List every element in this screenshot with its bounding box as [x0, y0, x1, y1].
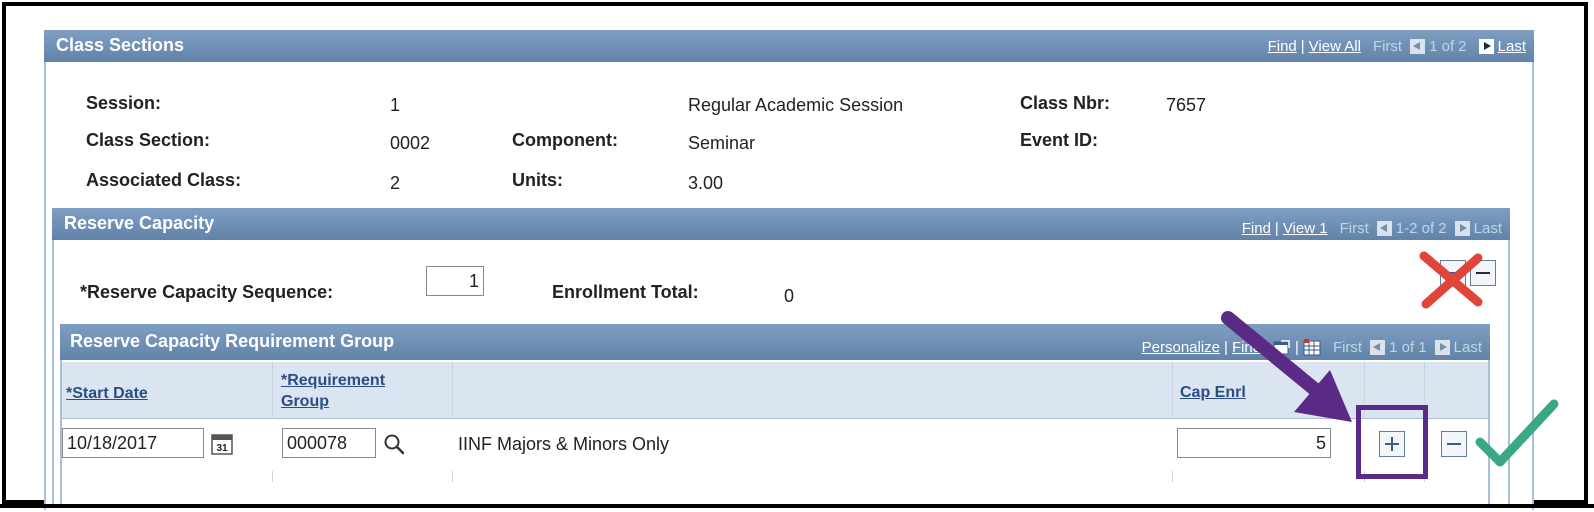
event-id-label: Event ID: [1020, 130, 1099, 150]
find-link[interactable]: Find [1268, 38, 1297, 55]
first-label: First [1339, 220, 1369, 237]
check-mark-icon [1475, 399, 1559, 467]
component-label: Component: [512, 130, 618, 150]
row-count: 1 of 2 [1429, 38, 1467, 55]
session-value: 1 [390, 95, 401, 115]
associated-class-label: Associated Class: [86, 170, 242, 190]
requirement-group-column-header-line1[interactable]: *Requirement [281, 372, 385, 390]
svg-text:31: 31 [216, 443, 228, 454]
last-label: Last [1453, 338, 1482, 356]
class-section-value: 0002 [390, 133, 431, 153]
reserve-capacity-sequence-label: *Reserve Capacity Sequence: [80, 282, 334, 302]
delete-row-button[interactable] [1441, 431, 1467, 457]
session-label: Session: [86, 93, 162, 113]
class-sections-title: Class Sections [56, 35, 185, 55]
next-arrow-icon[interactable] [1454, 221, 1470, 236]
previous-arrow-icon[interactable] [1410, 39, 1426, 54]
component-value: Seminar [688, 133, 756, 153]
reserve-capacity-title: Reserve Capacity [64, 213, 215, 233]
units-value: 3.00 [688, 173, 724, 193]
class-section-label: Class Section: [86, 130, 211, 150]
class-nbr-label: Class Nbr: [1020, 93, 1111, 113]
nav-separator: | [1300, 38, 1305, 55]
x-mark-icon [1419, 251, 1483, 309]
purple-arrow-icon [1221, 311, 1352, 422]
start-date-column-header[interactable]: *Start Date [66, 385, 148, 403]
session-description: Regular Academic Session [688, 95, 904, 115]
row-count: 1-2 of 2 [1395, 220, 1447, 237]
last-label: Last [1473, 220, 1502, 237]
find-link[interactable]: Find [1242, 220, 1271, 237]
bottom-border [0, 504, 1594, 508]
next-arrow-icon[interactable] [1434, 339, 1450, 355]
view-1-link[interactable]: View 1 [1283, 220, 1328, 237]
class-sections-header: Class Sections Find | View All First 1 o… [44, 30, 1534, 62]
requirement-group-title: Reserve Capacity Requirement Group [70, 331, 395, 351]
enrollment-total-label: Enrollment Total: [552, 282, 699, 302]
start-date-input[interactable]: 10/18/2017 [62, 428, 204, 458]
first-label: First [1372, 38, 1403, 55]
enrollment-total-value: 0 [784, 286, 795, 306]
next-arrow-icon[interactable] [1478, 39, 1494, 54]
reserve-capacity-sequence-input[interactable]: 1 [426, 266, 484, 296]
units-label: Units: [512, 170, 563, 190]
lookup-icon[interactable] [382, 432, 406, 456]
last-link[interactable]: Last [1498, 38, 1526, 55]
reserve-capacity-header: Reserve Capacity Find | View 1 First 1-2… [52, 208, 1510, 240]
associated-class-value: 2 [390, 173, 401, 193]
calendar-icon[interactable]: 31 [210, 432, 234, 456]
class-nbr-value: 7657 [1166, 95, 1207, 115]
view-all-link[interactable]: View All [1309, 38, 1361, 55]
requirement-group-description: IINF Majors & Minors Only [458, 434, 670, 454]
requirement-group-input[interactable]: 000078 [282, 428, 376, 458]
nav-separator: | [1274, 220, 1279, 237]
requirement-group-column-header-line2[interactable]: Group [281, 393, 329, 411]
row-count: 1 of 1 [1389, 338, 1427, 356]
previous-arrow-icon[interactable] [1376, 221, 1392, 236]
